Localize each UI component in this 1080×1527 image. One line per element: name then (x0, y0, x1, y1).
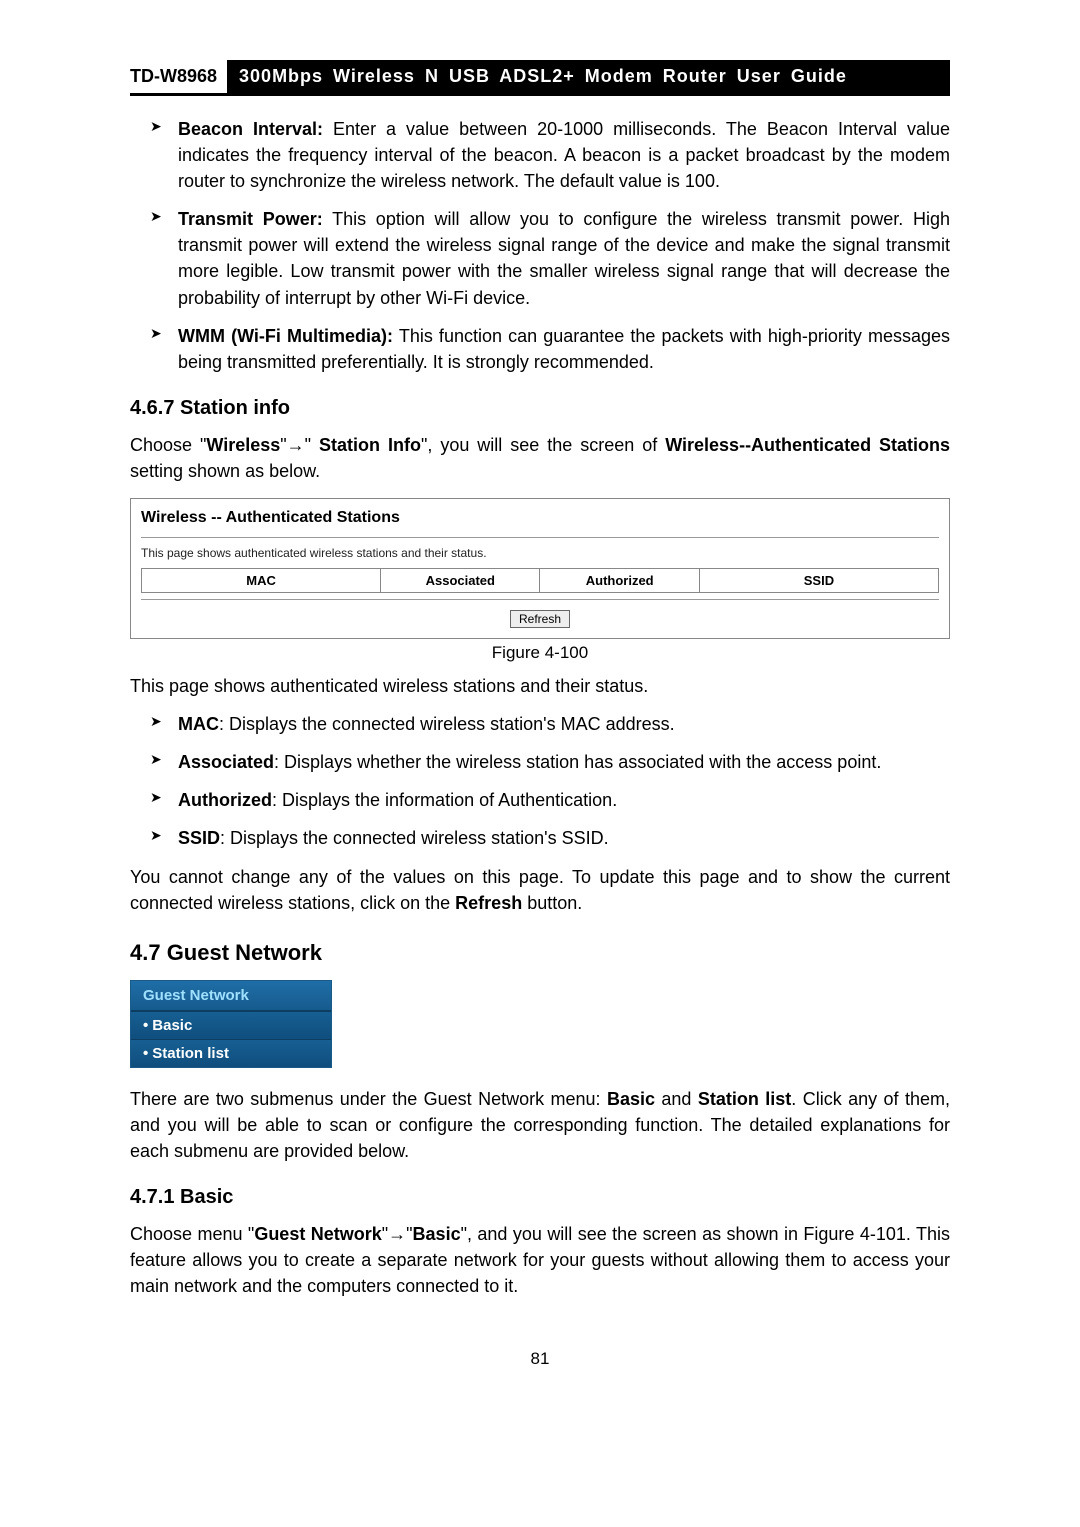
text: Wireless (206, 435, 280, 455)
text: and (655, 1089, 698, 1109)
col-ssid: SSID (699, 569, 938, 593)
page-number: 81 (130, 1349, 950, 1369)
list-item: Authorized: Displays the information of … (156, 787, 950, 813)
figure-caption: Figure 4-100 (130, 643, 950, 663)
intro-467: Choose "Wireless"→" Station Info", you w… (130, 432, 950, 484)
col-mac: MAC (142, 569, 381, 593)
text: Basic (413, 1224, 461, 1244)
heading-467: 4.6.7 Station info (130, 397, 950, 420)
bullet-text: : Displays whether the wireless station … (274, 752, 881, 772)
after-fig-intro: This page shows authenticated wireless s… (130, 673, 950, 699)
bullet-label: Transmit Power: (178, 209, 323, 229)
para-471: Choose menu "Guest Network"→"Basic", and… (130, 1221, 950, 1299)
stations-table: MAC Associated Authorized SSID (141, 568, 939, 593)
header-title: 300Mbps Wireless N USB ADSL2+ Modem Rout… (227, 60, 950, 93)
bullet-list-mid: MAC: Displays the connected wireless sta… (130, 711, 950, 851)
menu-header[interactable]: Guest Network (131, 981, 331, 1011)
menu-item-basic[interactable]: •Basic (131, 1011, 331, 1039)
text: Guest Network (254, 1224, 381, 1244)
figure-100-box: Wireless -- Authenticated Stations This … (130, 498, 950, 639)
list-item: WMM (Wi-Fi Multimedia): This function ca… (156, 323, 950, 375)
bullet-list-top: Beacon Interval: Enter a value between 2… (130, 116, 950, 375)
list-item: Beacon Interval: Enter a value between 2… (156, 116, 950, 194)
menu-label: Station list (152, 1045, 229, 1062)
text: Basic (607, 1089, 655, 1109)
text: "→" (280, 435, 319, 455)
text: Refresh (455, 893, 522, 913)
text: Station list (698, 1089, 791, 1109)
col-associated: Associated (381, 569, 540, 593)
text: ", you will see the screen of (421, 435, 665, 455)
list-item: Associated: Displays whether the wireles… (156, 749, 950, 775)
guest-para: There are two submenus under the Guest N… (130, 1086, 950, 1164)
refresh-button[interactable]: Refresh (510, 610, 570, 628)
page: TD-W8968 300Mbps Wireless N USB ADSL2+ M… (0, 0, 1080, 1409)
cannot-change: You cannot change any of the values on t… (130, 864, 950, 916)
bullet-label: SSID (178, 828, 220, 848)
bullet-text: : Displays the information of Authentica… (272, 790, 617, 810)
bullet-icon: • (143, 1045, 148, 1062)
bullet-label: WMM (Wi-Fi Multimedia): (178, 326, 393, 346)
page-header: TD-W8968 300Mbps Wireless N USB ADSL2+ M… (130, 60, 950, 96)
list-item: MAC: Displays the connected wireless sta… (156, 711, 950, 737)
col-authorized: Authorized (540, 569, 699, 593)
divider (141, 599, 939, 600)
heading-47: 4.7 Guest Network (130, 940, 950, 966)
list-item: SSID: Displays the connected wireless st… (156, 825, 950, 851)
text: Choose menu " (130, 1224, 254, 1244)
bullet-label: MAC (178, 714, 219, 734)
divider (141, 537, 939, 538)
list-item: Transmit Power: This option will allow y… (156, 206, 950, 310)
figure-title: Wireless -- Authenticated Stations (141, 509, 939, 527)
text: Station Info (319, 435, 421, 455)
menu-item-station-list[interactable]: •Station list (131, 1039, 331, 1067)
text: Choose " (130, 435, 206, 455)
bullet-label: Associated (178, 752, 274, 772)
guest-network-menu: Guest Network •Basic •Station list (130, 980, 332, 1068)
bullet-label: Beacon Interval: (178, 119, 323, 139)
refresh-wrap: Refresh (141, 610, 939, 628)
bullet-label: Authorized (178, 790, 272, 810)
header-model: TD-W8968 (130, 60, 227, 93)
text: Wireless--Authenticated Stations (665, 435, 950, 455)
bullet-text: : Displays the connected wireless statio… (220, 828, 609, 848)
table-header-row: MAC Associated Authorized SSID (142, 569, 939, 593)
bullet-text: : Displays the connected wireless statio… (219, 714, 675, 734)
menu-label: Basic (152, 1017, 192, 1034)
text: button. (522, 893, 582, 913)
heading-471: 4.7.1 Basic (130, 1186, 950, 1209)
figure-desc: This page shows authenticated wireless s… (141, 546, 939, 560)
text: setting shown as below. (130, 461, 320, 481)
text: There are two submenus under the Guest N… (130, 1089, 607, 1109)
text: "→" (382, 1224, 413, 1244)
bullet-icon: • (143, 1017, 148, 1034)
